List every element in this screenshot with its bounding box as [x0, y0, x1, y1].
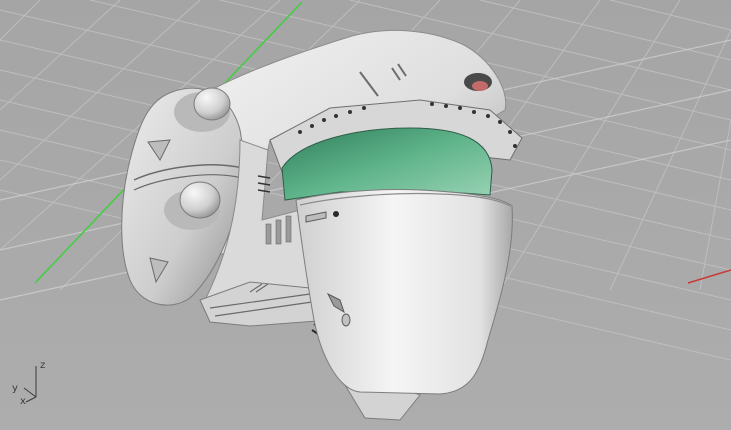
axis-widget-z-label: z [40, 360, 45, 371]
jaw-screw [333, 211, 339, 217]
axis-widget-x-label: x [20, 396, 26, 407]
viewport-scene[interactable]: z y x [0, 0, 731, 430]
axis-widget-y-label: y [12, 383, 18, 394]
helmet-model[interactable] [121, 29, 523, 421]
perspective-viewport[interactable]: z y x [0, 0, 731, 430]
axis-widget: z y x [12, 360, 45, 407]
jaw-piece[interactable] [295, 188, 513, 395]
x-axis-line [687, 269, 731, 284]
top-vent-inner [472, 81, 488, 91]
jaw-bolt [341, 313, 351, 327]
